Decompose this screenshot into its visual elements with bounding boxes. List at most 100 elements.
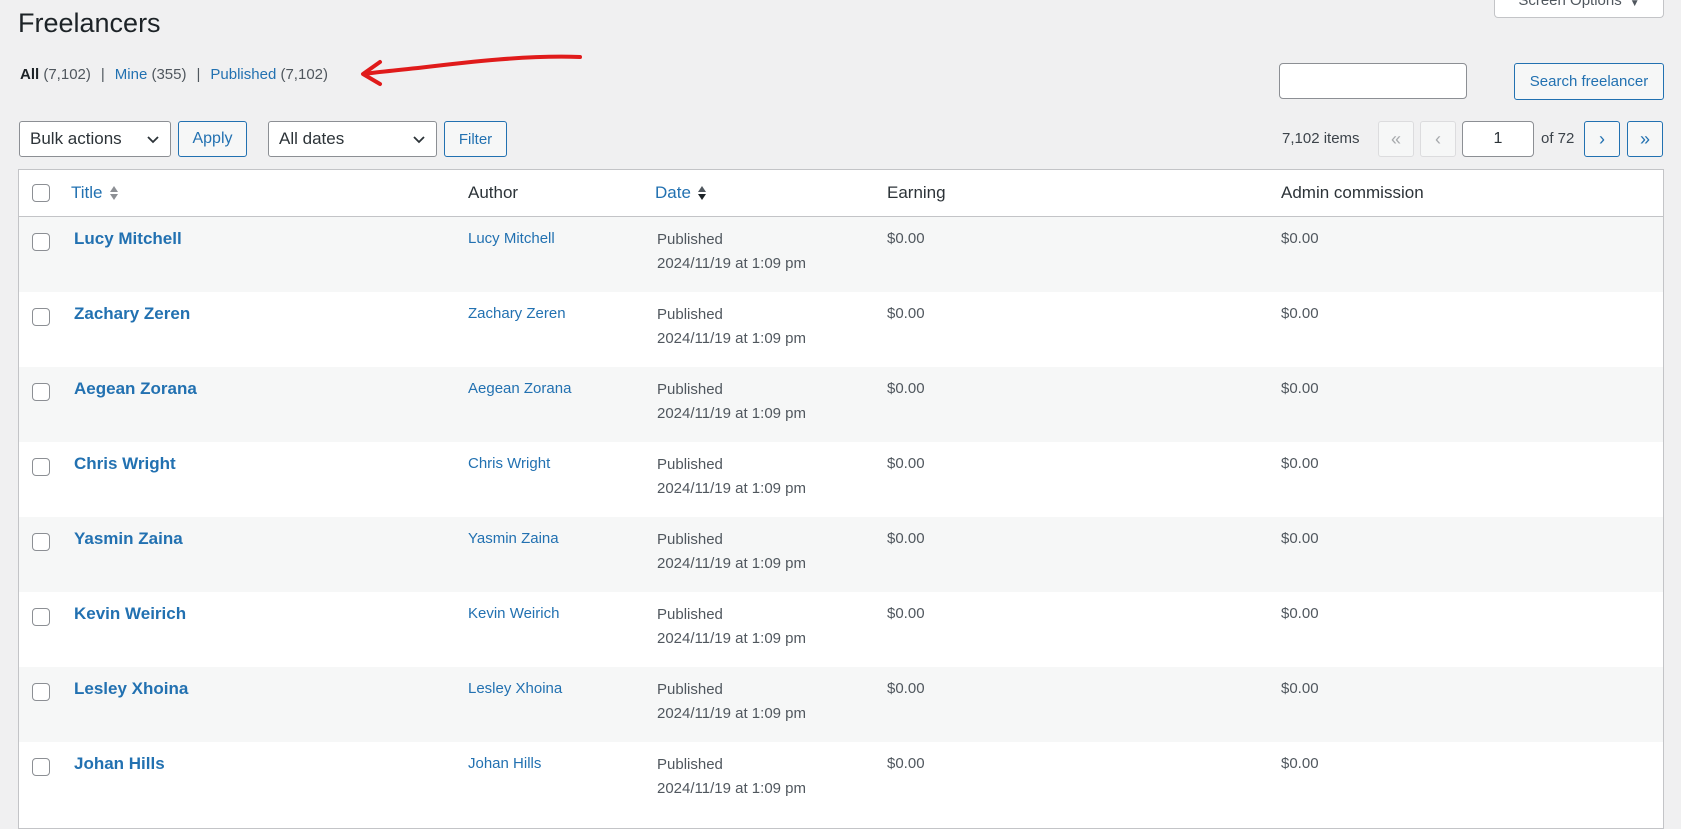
search-input[interactable]	[1279, 63, 1467, 99]
current-page-input[interactable]: 1	[1462, 121, 1534, 157]
row-commission: $0.00	[1281, 230, 1319, 247]
table-row: Zachary Zeren Zachary Zeren Published 202…	[19, 292, 1663, 367]
table-row: Johan Hills Johan Hills Published 2024/11…	[19, 742, 1663, 817]
row-date: Published 2024/11/19 at 1:09 pm	[657, 453, 806, 501]
row-title-link[interactable]: Chris Wright	[74, 454, 176, 474]
row-datetime: 2024/11/19 at 1:09 pm	[657, 405, 807, 422]
row-datetime: 2024/11/19 at 1:09 pm	[657, 330, 807, 347]
row-commission: $0.00	[1281, 530, 1319, 547]
row-status: Published	[657, 531, 723, 548]
caret-down-icon: ▼	[1629, 0, 1640, 9]
bulk-actions-select[interactable]: Bulk actions	[19, 121, 171, 157]
row-status: Published	[657, 606, 723, 623]
sort-icon	[109, 186, 118, 200]
row-commission: $0.00	[1281, 755, 1319, 772]
freelancers-table: Title Author Date Earning Admin commissi…	[18, 169, 1664, 829]
dates-value: All dates	[279, 129, 345, 148]
search-freelancer-button[interactable]: Search freelancer	[1514, 63, 1664, 100]
row-earning: $0.00	[887, 605, 925, 622]
dates-select[interactable]: All dates	[268, 121, 437, 157]
row-earning: $0.00	[887, 230, 925, 247]
view-filters: All (7,102) | Mine (355) | Published (7,…	[20, 66, 328, 83]
row-earning: $0.00	[887, 380, 925, 397]
row-commission: $0.00	[1281, 380, 1319, 397]
row-date: Published 2024/11/19 at 1:09 pm	[657, 303, 806, 351]
view-mine-label[interactable]: Mine	[115, 66, 148, 83]
row-commission: $0.00	[1281, 605, 1319, 622]
row-author-link[interactable]: Johan Hills	[468, 755, 541, 772]
row-author-link[interactable]: Zachary Zeren	[468, 305, 566, 322]
annotation-arrow-icon	[361, 54, 582, 86]
row-checkbox[interactable]	[32, 458, 50, 476]
row-author-link[interactable]: Yasmin Zaina	[468, 530, 559, 547]
table-row: Chris Wright Chris Wright Published 2024/…	[19, 442, 1663, 517]
table-row: Yasmin Zaina Yasmin Zaina Published 2024/…	[19, 517, 1663, 592]
row-checkbox[interactable]	[32, 683, 50, 701]
row-status: Published	[657, 756, 723, 773]
row-commission: $0.00	[1281, 680, 1319, 697]
chevron-down-icon	[413, 136, 425, 144]
prev-page-button: ‹	[1420, 121, 1456, 157]
screen-options-label: Screen Options	[1518, 0, 1622, 9]
row-title-link[interactable]: Johan Hills	[74, 754, 165, 774]
view-mine[interactable]: Mine (355)	[115, 66, 187, 83]
row-title-link[interactable]: Zachary Zeren	[74, 304, 190, 324]
view-published[interactable]: Published (7,102)	[210, 66, 328, 83]
apply-button[interactable]: Apply	[178, 121, 247, 157]
view-mine-count: (355)	[151, 66, 187, 83]
row-earning: $0.00	[887, 305, 925, 322]
table-row: Kevin Weirich Kevin Weirich Published 202…	[19, 592, 1663, 667]
row-date: Published 2024/11/19 at 1:09 pm	[657, 603, 806, 651]
row-author-link[interactable]: Chris Wright	[468, 455, 550, 472]
row-title-link[interactable]: Yasmin Zaina	[74, 529, 183, 549]
total-pages: of 72	[1541, 130, 1575, 147]
row-date: Published 2024/11/19 at 1:09 pm	[657, 528, 806, 576]
items-count: 7,102 items	[1282, 130, 1360, 147]
row-author-link[interactable]: Kevin Weirich	[468, 605, 559, 622]
row-datetime: 2024/11/19 at 1:09 pm	[657, 780, 807, 797]
column-author: Author	[468, 183, 519, 202]
row-status: Published	[657, 306, 723, 323]
row-author-link[interactable]: Lesley Xhoina	[468, 680, 562, 697]
row-author-link[interactable]: Lucy Mitchell	[468, 230, 555, 247]
row-checkbox[interactable]	[32, 308, 50, 326]
row-date: Published 2024/11/19 at 1:09 pm	[657, 753, 806, 801]
row-date: Published 2024/11/19 at 1:09 pm	[657, 228, 806, 276]
view-separator: |	[196, 66, 201, 83]
view-all-count: (7,102)	[43, 66, 91, 83]
row-checkbox[interactable]	[32, 758, 50, 776]
view-published-count: (7,102)	[280, 66, 328, 83]
column-earning: Earning	[887, 183, 946, 202]
screen-options-button[interactable]: Screen Options ▼	[1494, 0, 1664, 18]
row-status: Published	[657, 231, 723, 248]
column-date[interactable]: Date	[655, 183, 707, 203]
row-datetime: 2024/11/19 at 1:09 pm	[657, 705, 807, 722]
first-page-button: «	[1378, 121, 1414, 157]
row-status: Published	[657, 681, 723, 698]
row-checkbox[interactable]	[32, 533, 50, 551]
row-checkbox[interactable]	[32, 383, 50, 401]
row-datetime: 2024/11/19 at 1:09 pm	[657, 255, 807, 272]
row-title-link[interactable]: Lucy Mitchell	[74, 229, 182, 249]
last-page-button[interactable]: »	[1627, 121, 1663, 157]
row-checkbox[interactable]	[32, 233, 50, 251]
page-title: Freelancers	[18, 8, 161, 38]
row-title-link[interactable]: Aegean Zorana	[74, 379, 197, 399]
filter-button[interactable]: Filter	[444, 121, 507, 157]
row-earning: $0.00	[887, 680, 925, 697]
row-author-link[interactable]: Aegean Zorana	[468, 380, 571, 397]
table-row: Lucy Mitchell Lucy Mitchell Published 202…	[19, 217, 1663, 292]
chevron-down-icon	[147, 136, 159, 144]
view-published-label[interactable]: Published	[210, 66, 276, 83]
row-checkbox[interactable]	[32, 608, 50, 626]
column-title[interactable]: Title	[71, 183, 119, 203]
select-all-checkbox[interactable]	[32, 184, 50, 202]
row-date: Published 2024/11/19 at 1:09 pm	[657, 678, 806, 726]
row-title-link[interactable]: Kevin Weirich	[74, 604, 186, 624]
column-commission: Admin commission	[1281, 183, 1424, 202]
next-page-button[interactable]: ›	[1584, 121, 1620, 157]
row-title-link[interactable]: Lesley Xhoina	[74, 679, 188, 699]
view-separator: |	[100, 66, 105, 83]
row-commission: $0.00	[1281, 455, 1319, 472]
view-all[interactable]: All (7,102)	[20, 66, 91, 83]
